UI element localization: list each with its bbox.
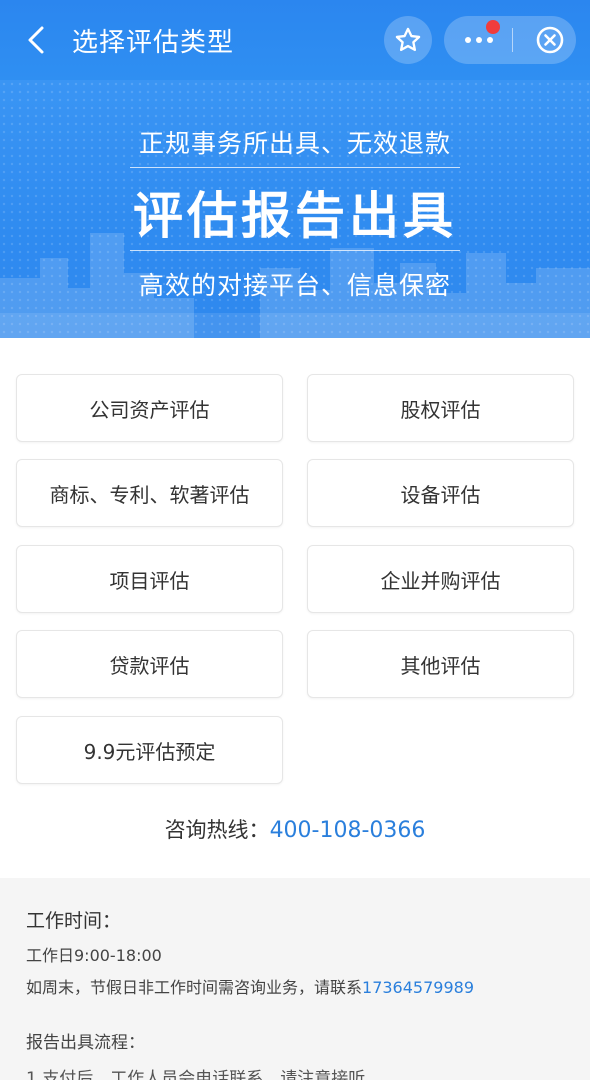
more-dots-icon: [465, 37, 493, 43]
option-ip[interactable]: 商标、专利、软著评估: [16, 459, 283, 527]
process-title: 报告出具流程：: [26, 1033, 145, 1053]
notification-badge: [486, 20, 500, 34]
hours-title: 工作时间：: [26, 910, 122, 932]
option-project[interactable]: 项目评估: [16, 545, 283, 613]
offhours-label: 如周末，节假日非工作时间需咨询业务，请联系: [26, 978, 363, 997]
banner-divider-bottom: [130, 250, 460, 251]
hours-text: 工作日9:00-18:00: [26, 946, 162, 965]
banner-divider-top: [130, 167, 460, 168]
option-merger[interactable]: 企业并购评估: [307, 545, 574, 613]
favorite-button[interactable]: [384, 16, 432, 64]
close-circle-icon: [536, 26, 564, 54]
back-button[interactable]: [18, 20, 54, 60]
option-equipment[interactable]: 设备评估: [307, 459, 574, 527]
info-section: 工作时间： 工作日9:00-18:00 如周末，节假日非工作时间需咨询业务，请联…: [0, 878, 590, 1080]
option-loan[interactable]: 贷款评估: [16, 630, 283, 698]
hotline-number-link[interactable]: 400-108-0366: [270, 818, 426, 843]
hotline: 咨询热线：400-108-0366: [0, 814, 590, 844]
process-step-1: 1.支付后，工作人员会电话联系，请注意接听。: [26, 1069, 383, 1080]
close-button[interactable]: [524, 16, 576, 64]
option-equity[interactable]: 股权评估: [307, 374, 574, 442]
option-reserve[interactable]: 9.9元评估预定: [16, 716, 283, 784]
banner-slogan-bottom: 高效的对接平台、信息保密: [138, 271, 451, 300]
nav-bar: 选择评估类型: [0, 0, 590, 80]
mini-program-capsule: [444, 16, 576, 64]
option-other[interactable]: 其他评估: [307, 630, 574, 698]
offhours-phone-link[interactable]: 17364579989: [362, 978, 474, 997]
hotline-label: 咨询热线：: [164, 818, 270, 842]
offhours-text: 如周末，节假日非工作时间需咨询业务，请联系17364579989: [26, 974, 474, 998]
page-title: 选择评估类型: [72, 28, 235, 58]
promo-banner: 正规事务所出具、无效退款 评估报告出具 高效的对接平台、信息保密: [0, 80, 590, 338]
more-button[interactable]: [444, 16, 514, 64]
banner-headline: 评估报告出具: [133, 187, 457, 245]
option-company-assets[interactable]: 公司资产评估: [16, 374, 283, 442]
chevron-left-icon: [28, 26, 44, 54]
star-icon: [395, 27, 421, 52]
capsule-divider: [512, 28, 513, 52]
banner-slogan-top: 正规事务所出具、无效退款: [138, 129, 451, 158]
